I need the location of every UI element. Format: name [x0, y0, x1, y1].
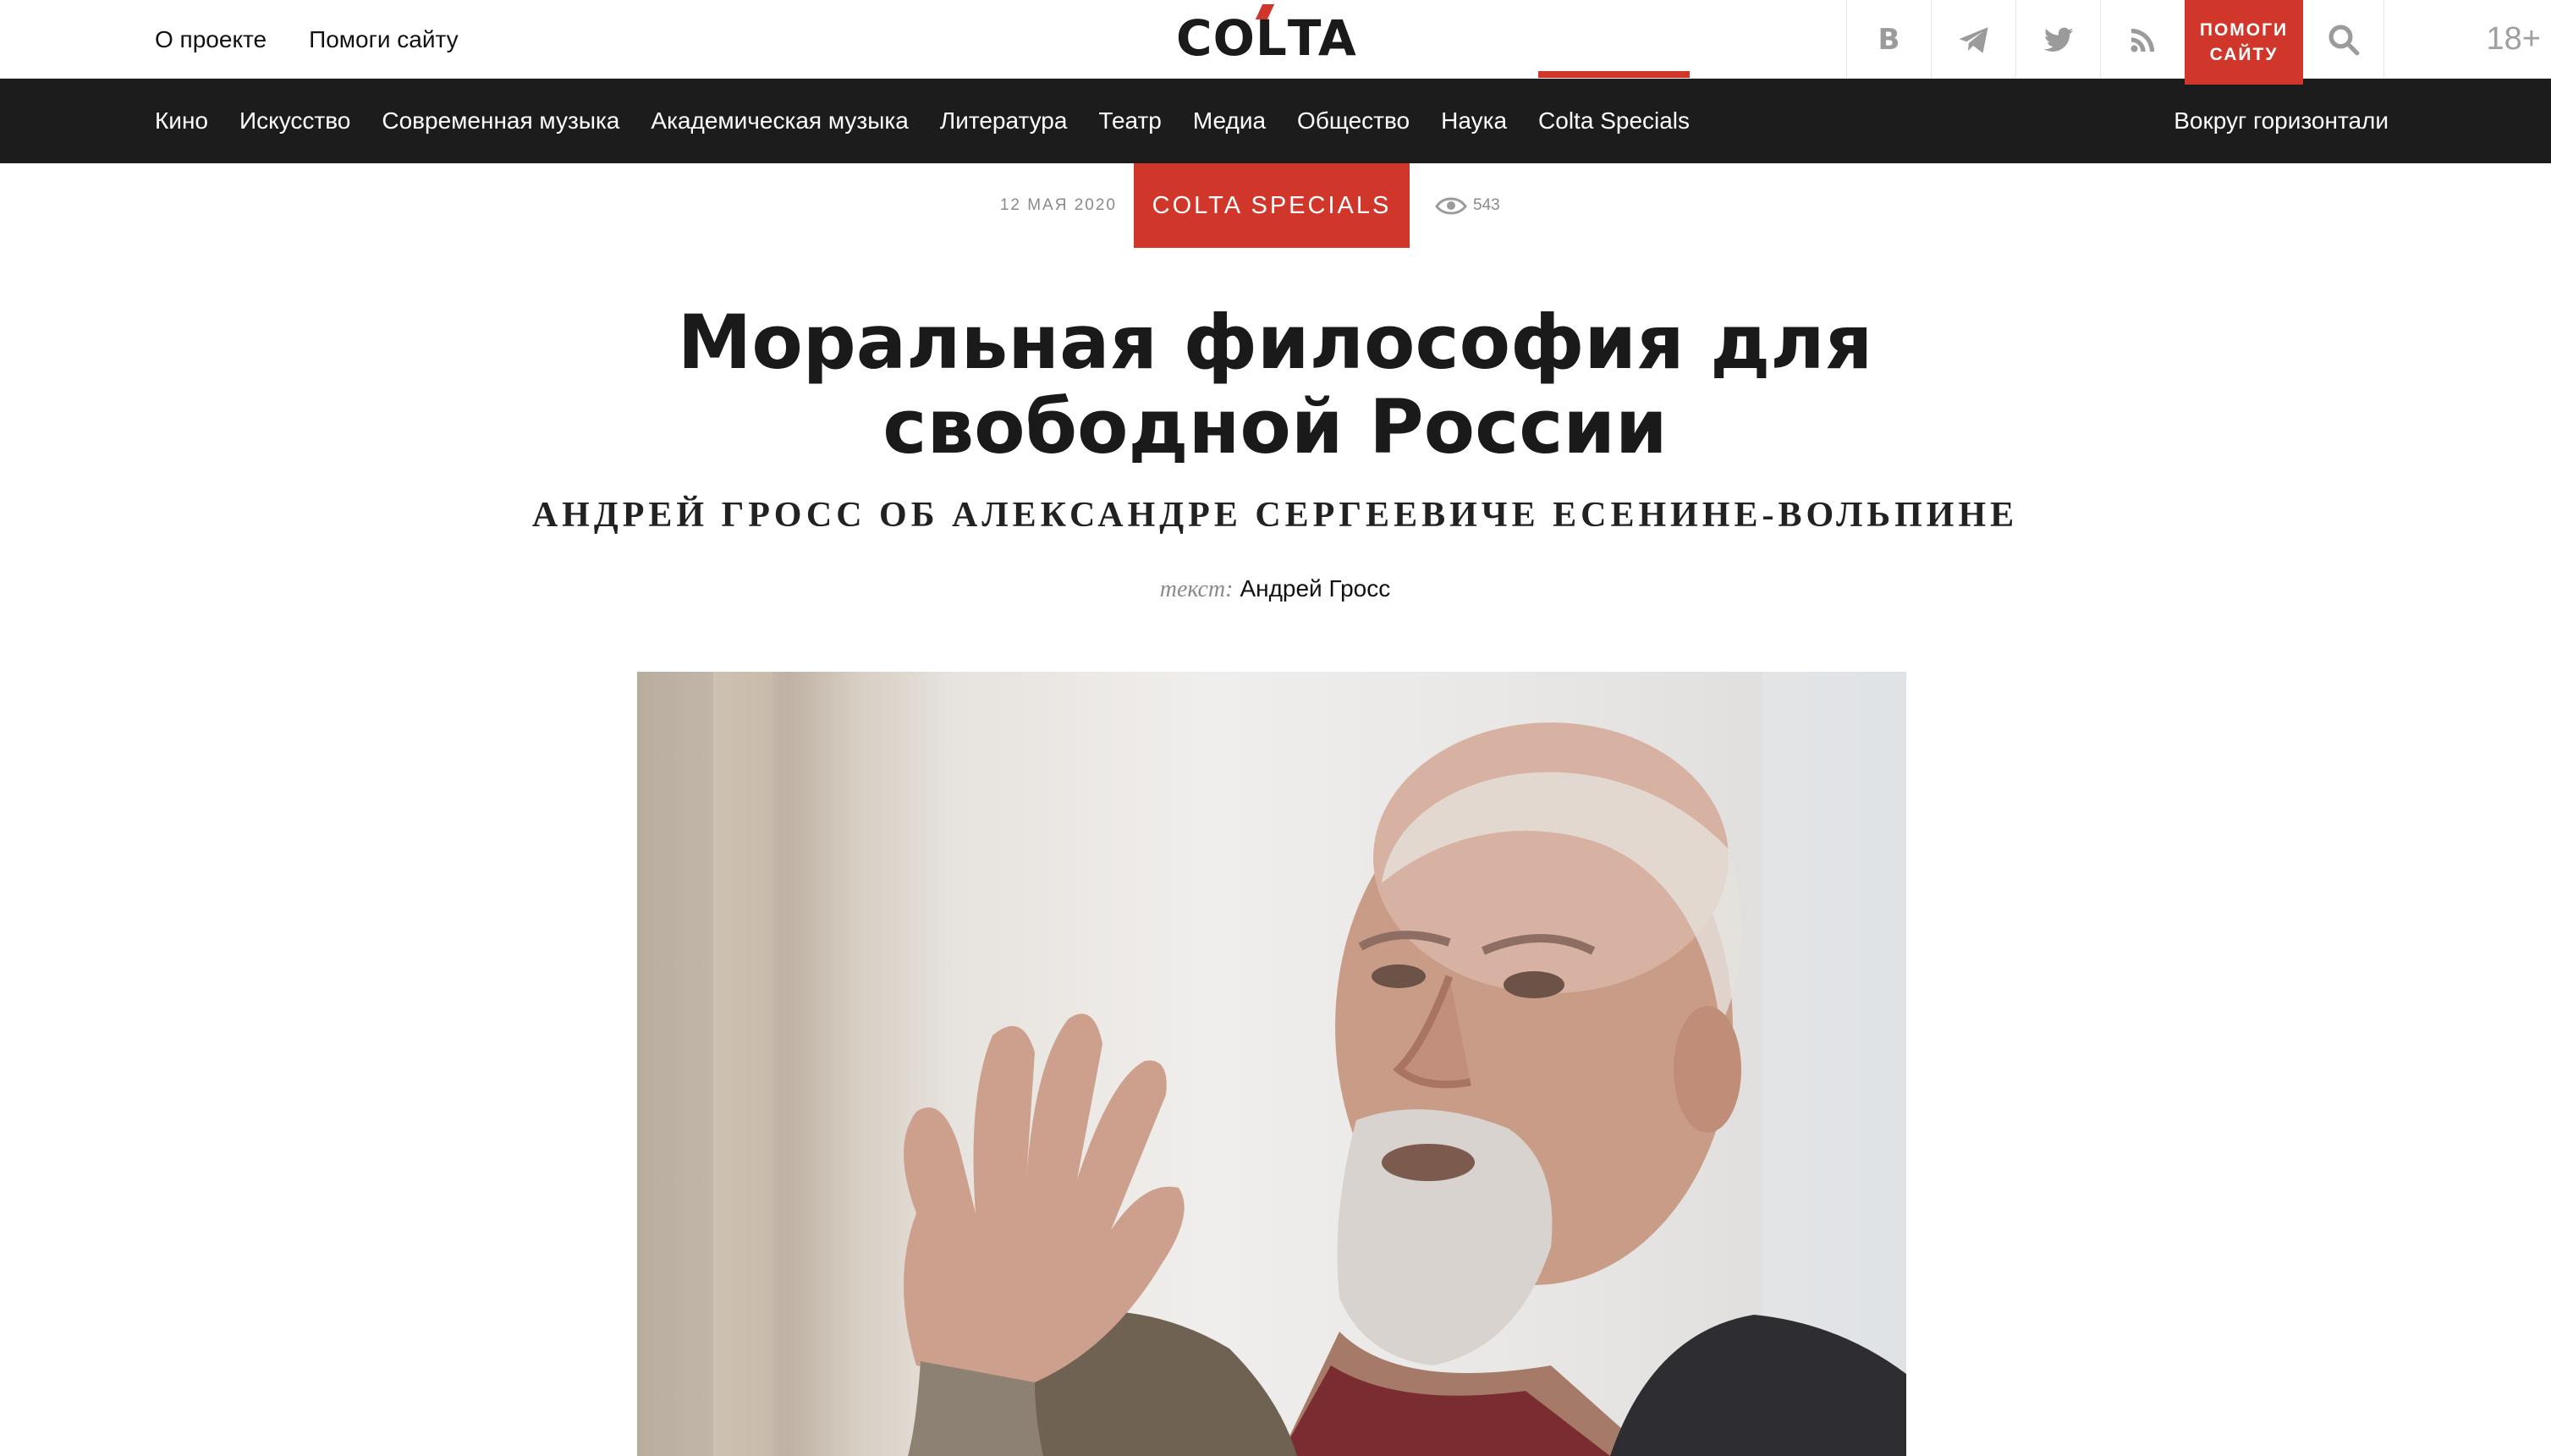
logo-text-l: L [1255, 9, 1288, 67]
portrait-illustration [637, 672, 1906, 1456]
logo-text-part2: TA [1287, 9, 1357, 67]
article-date: 12 мая 2020 [999, 196, 1117, 214]
donate-link[interactable]: Помоги сайту [309, 26, 459, 53]
nav-item-academic-music[interactable]: Академическая музыка [651, 107, 908, 135]
nav-item-kino[interactable]: Кино [155, 107, 208, 135]
social-toolbar: В помоги сайту [1846, 0, 2384, 85]
article-meta: 12 мая 2020 Colta Specials 543 [0, 163, 2551, 248]
byline-author-link[interactable]: Андрей Гросс [1240, 575, 1390, 602]
article-subtitle: Андрей Гросс об Александре Сергеевиче Ес… [531, 496, 2019, 535]
vk-icon[interactable]: В [1846, 0, 1931, 79]
donate-button[interactable]: помоги сайту [2185, 0, 2303, 85]
nav-item-science[interactable]: Наука [1441, 107, 1507, 135]
view-count: 543 [1434, 163, 1500, 248]
search-icon[interactable] [2303, 0, 2383, 79]
about-link[interactable]: О проекте [155, 26, 267, 53]
twitter-icon[interactable] [2015, 0, 2100, 79]
view-count-value: 543 [1473, 196, 1500, 214]
toolbar-divider [2383, 0, 2384, 79]
nav-items: Кино Искусство Современная музыка Академ… [155, 71, 1690, 163]
nav-item-theatre[interactable]: Театр [1098, 107, 1161, 135]
rubric-badge[interactable]: Colta Specials [1134, 163, 1410, 248]
nav-item-colta-specials[interactable]: Colta Specials [1538, 71, 1690, 135]
donate-button-line2: сайту [2209, 45, 2279, 64]
nav-item-vokrug-gorizontali[interactable]: Вокруг горизонтали [2174, 107, 2389, 135]
donate-button-line1: помоги [2199, 19, 2289, 40]
site-logo[interactable]: CO L TA [1176, 8, 1357, 68]
nav-right: Вокруг горизонтали [2174, 79, 2389, 163]
article-title: Моральная философия для свободной России [429, 300, 2121, 470]
nav-item-society[interactable]: Общество [1297, 107, 1410, 135]
eye-icon [1435, 197, 1467, 215]
byline: текст: Андрей Гросс [852, 575, 1698, 603]
main-nav: Кино Искусство Современная музыка Академ… [0, 71, 2551, 163]
logo-text-part1: CO [1176, 9, 1256, 67]
nav-item-modern-music[interactable]: Современная музыка [382, 107, 619, 135]
article-photo [637, 672, 1906, 1456]
byline-label: текст: [1159, 576, 1234, 602]
age-rating: 18+ [2486, 21, 2541, 57]
article-title-line1: Моральная философия для [677, 299, 1873, 386]
telegram-icon[interactable] [1931, 0, 2015, 79]
nav-item-art[interactable]: Искусство [239, 107, 350, 135]
top-bar: О проекте Помоги сайту CO L TA В помоги са… [0, 0, 2551, 85]
rss-icon[interactable] [2100, 0, 2185, 79]
top-links: О проекте Помоги сайту [155, 0, 459, 79]
nav-item-media[interactable]: Медиа [1193, 107, 1266, 135]
nav-item-literature[interactable]: Литература [940, 107, 1068, 135]
article-title-line2: свободной России [882, 383, 1668, 470]
